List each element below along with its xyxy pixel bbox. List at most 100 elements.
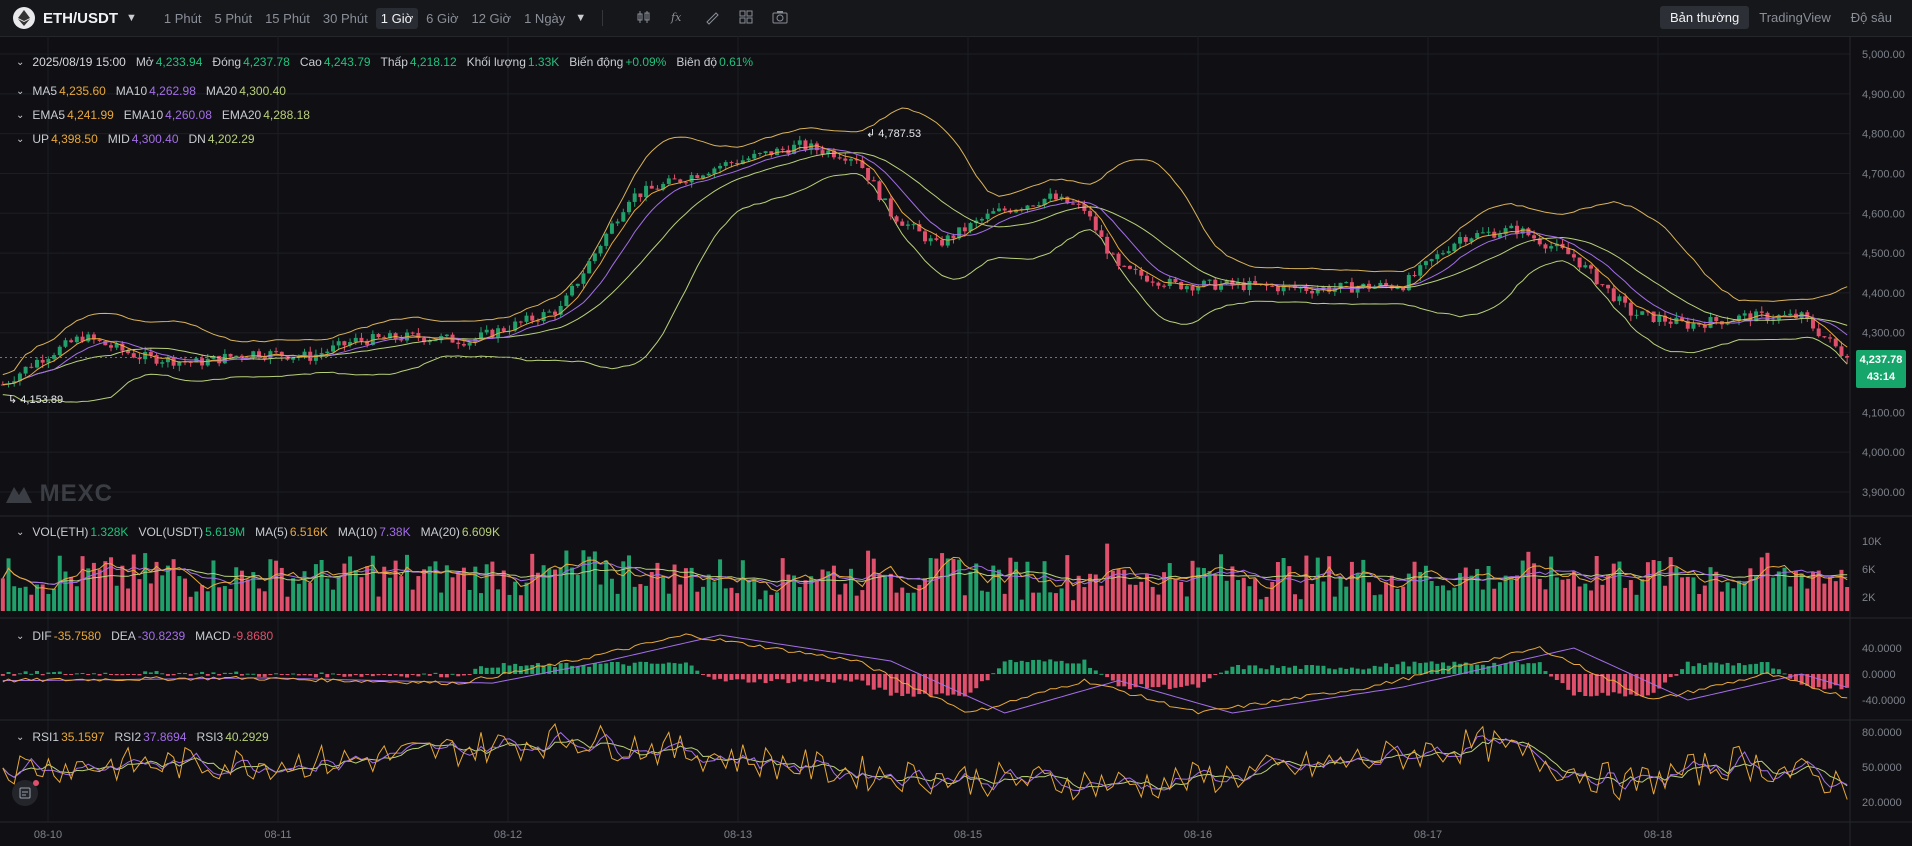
chevron-down-icon[interactable]: ▼ — [126, 12, 137, 24]
macd-histogram-bar — [1418, 663, 1423, 674]
volume-bar — [1133, 584, 1138, 611]
volume-bar — [1765, 552, 1770, 611]
settings-shortcut-icon[interactable] — [12, 780, 39, 806]
collapse-chevron-icon[interactable]: ⌄ — [16, 527, 24, 538]
price-axis-label: 4,600.00 — [1862, 208, 1905, 220]
macd-legend: ⌄ DIF -35.7580 DEA -30.8239 MACD -9.8680 — [16, 629, 283, 643]
volume-bar — [928, 558, 933, 611]
candle-type-icon[interactable] — [635, 9, 653, 28]
interval-option[interactable]: 6 Giờ — [421, 8, 463, 29]
macd-histogram-bar — [1452, 661, 1457, 674]
volume-bar — [183, 578, 187, 611]
volume-bar — [1571, 571, 1576, 611]
interval-more-chevron-icon[interactable]: ▼ — [575, 12, 586, 24]
collapse-chevron-icon[interactable]: ⌄ — [16, 57, 24, 68]
price-chart[interactable]: 5,000.00 4,900.00 4,800.00 4,700.00 4,600.00… — [0, 36, 1912, 846]
interval-option[interactable]: 1 Phút — [159, 8, 207, 29]
camera-icon[interactable] — [771, 9, 789, 28]
macd-histogram-bar — [1264, 669, 1269, 674]
close-value: 4,237.78 — [243, 55, 290, 69]
volume-bar — [945, 558, 950, 611]
volume-bar — [319, 559, 324, 611]
interval-option[interactable]: 1 Ngày — [519, 8, 570, 29]
candle-body — [598, 245, 603, 254]
macd-histogram-bar — [1207, 674, 1212, 679]
volume-bar — [1543, 589, 1548, 611]
trading-pair[interactable]: ETH/USDT — [43, 10, 118, 27]
interval-option[interactable]: 5 Phút — [209, 8, 257, 29]
view-option[interactable]: TradingView — [1749, 6, 1841, 29]
candle-body — [1577, 257, 1582, 268]
collapse-chevron-icon[interactable]: ⌄ — [16, 134, 24, 145]
collapse-chevron-icon[interactable]: ⌄ — [16, 631, 24, 642]
candle-body — [695, 175, 700, 179]
macd-histogram-bar — [450, 673, 455, 675]
volume-bar — [262, 591, 267, 611]
macd-histogram-bar — [1668, 674, 1673, 678]
candle-body — [331, 345, 335, 352]
macd-histogram-bar — [763, 674, 768, 684]
view-option[interactable]: Độ sâu — [1841, 6, 1902, 29]
volume-bar — [1321, 581, 1326, 611]
candle-body — [1031, 205, 1036, 207]
macd-histogram-bar — [1258, 668, 1263, 674]
volume-bar — [1247, 586, 1252, 611]
view-option[interactable]: Bản thường — [1659, 6, 1750, 29]
macd-histogram-bar — [979, 674, 984, 682]
macd-histogram-bar — [1731, 665, 1736, 674]
volume-bar — [1719, 591, 1724, 611]
indicator-icon[interactable]: fx — [669, 9, 687, 28]
volume-bar — [1645, 562, 1650, 611]
volume-bar — [1469, 575, 1474, 611]
macd-histogram-bar — [1230, 666, 1235, 674]
collapse-chevron-icon[interactable]: ⌄ — [16, 86, 24, 97]
candle-body — [1452, 243, 1457, 252]
volume-bar — [484, 564, 489, 611]
volume-bar — [723, 588, 728, 611]
collapse-chevron-icon[interactable]: ⌄ — [16, 732, 24, 743]
volume-bar — [1697, 593, 1702, 611]
candle-body — [461, 344, 466, 346]
interval-option[interactable]: 12 Giờ — [466, 8, 516, 29]
volume-bar — [1663, 585, 1667, 611]
interval-option[interactable]: 30 Phút — [318, 8, 373, 29]
macd-histogram-bar — [1355, 668, 1360, 674]
draw-icon[interactable] — [703, 9, 721, 28]
interval-option[interactable]: 1 Giờ — [375, 7, 419, 29]
volume-bar — [416, 576, 421, 611]
volume-bar — [843, 583, 848, 611]
macd-histogram-bar — [797, 674, 802, 680]
macd-histogram-bar — [1537, 662, 1542, 674]
volume-bar — [1099, 585, 1104, 611]
macd-histogram-bar — [467, 674, 472, 675]
candle-body — [274, 351, 279, 353]
candle-body — [1156, 282, 1161, 286]
volume-bar — [1480, 589, 1485, 611]
candle-body — [1458, 237, 1463, 244]
macd-histogram-bar — [205, 674, 210, 676]
candle-body — [592, 253, 597, 262]
candle-body — [228, 353, 233, 357]
candle-body — [74, 336, 79, 343]
volume-bar — [1150, 586, 1155, 611]
volume-bar — [900, 587, 905, 611]
macd-histogram-bar — [1372, 665, 1377, 674]
candle-body — [962, 227, 967, 232]
volume-bar — [1327, 556, 1332, 611]
macd-histogram-bar — [1361, 669, 1366, 674]
volume-bar — [985, 591, 990, 611]
collapse-chevron-icon[interactable]: ⌄ — [16, 110, 24, 121]
volume-bar — [376, 596, 381, 611]
layout-icon[interactable] — [737, 9, 755, 28]
candle-body — [143, 351, 148, 360]
volume-bar — [649, 571, 654, 611]
volume-bar — [1332, 596, 1337, 611]
ma5-line — [2, 145, 1848, 386]
volume-bar — [877, 574, 882, 611]
macd-histogram-bar — [1321, 665, 1326, 674]
macd-histogram-bar — [945, 674, 950, 696]
interval-option[interactable]: 15 Phút — [260, 8, 315, 29]
candle-body — [1691, 323, 1696, 329]
vol-usdt-label: VOL(USDT) — [138, 525, 204, 539]
volume-bar — [1714, 571, 1719, 611]
